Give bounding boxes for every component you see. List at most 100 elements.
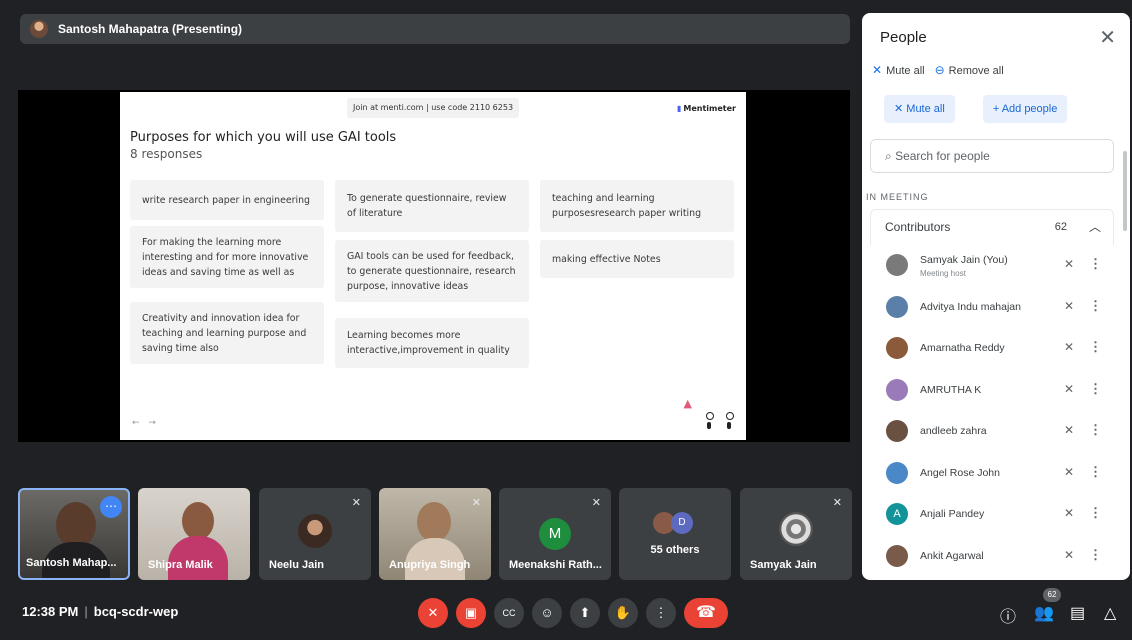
response-card: For making the learning more interesting… <box>130 226 324 288</box>
mic-off-icon[interactable]: ✕ <box>1064 548 1074 562</box>
participant-avatar <box>298 514 332 548</box>
participant-avatar <box>886 337 908 359</box>
add-people-button[interactable]: + Add people <box>982 95 1068 123</box>
others-count: 55 others <box>650 544 700 556</box>
presenter-avatar <box>30 20 48 38</box>
participant-row[interactable]: Ankit Agarwal ✕ ⋮ <box>870 536 1114 578</box>
chat-button[interactable]: ▤ <box>1070 603 1085 623</box>
participant-row[interactable]: Samyak Jain (You) Meeting host ✕ ⋮ <box>870 245 1114 287</box>
remove-all-button[interactable]: ⊖ Remove all <box>935 63 1004 77</box>
participant-avatar <box>886 544 908 567</box>
more-vert-icon[interactable]: ⋮ <box>1089 256 1102 272</box>
more-options-icon[interactable]: ⋯ <box>100 496 122 518</box>
mentimeter-slide: Join at menti.com | use code 2110 6253 ▮… <box>120 92 746 440</box>
participant-row[interactable]: Advitya Indu mahajan ✕ ⋮ <box>870 287 1114 329</box>
participant-name: Anjali Pandey <box>920 508 985 520</box>
close-panel-button[interactable]: ✕ <box>1099 25 1116 50</box>
more-vert-icon[interactable]: ⋮ <box>1089 381 1102 397</box>
mic-off-icon: ✕ <box>427 605 439 620</box>
more-vert-icon[interactable]: ⋮ <box>1089 339 1102 355</box>
clock-time: 12:38 PM <box>22 604 79 619</box>
search-people-input[interactable]: ⌕ Search for people <box>870 139 1114 173</box>
mute-all-button[interactable]: ✕ Mute all <box>884 95 955 123</box>
raise-hand-button[interactable]: ✋ <box>608 598 638 628</box>
participant-name: Advitya Indu mahajan <box>920 300 1021 313</box>
more-vert-icon[interactable]: ⋮ <box>1089 298 1102 314</box>
participant-tile[interactable]: Shipra Malik <box>138 488 250 580</box>
mic-off-icon[interactable]: ✕ <box>1064 257 1074 271</box>
participant-icon <box>724 412 734 430</box>
response-card: write research paper in engineering <box>130 180 324 220</box>
panel-title: People <box>880 29 927 46</box>
participant-row[interactable]: A Anjali Pandey ✕ ⋮ <box>870 494 1114 536</box>
response-card: making effective Notes <box>540 240 734 278</box>
panel-scrollbar[interactable] <box>1123 151 1127 231</box>
people-button[interactable]: 👥 <box>1034 603 1054 623</box>
participant-avatar <box>886 461 908 484</box>
participant-name: Ankit Agarwal <box>920 549 984 562</box>
contributors-section-header[interactable]: Contributors 62 ︿ <box>870 209 1114 245</box>
mic-off-icon[interactable]: ✕ <box>1064 423 1074 437</box>
more-options-button[interactable]: ⋮ <box>646 598 676 628</box>
participant-row[interactable]: AMRUTHA K ✕ ⋮ <box>870 370 1114 412</box>
participant-avatar <box>886 378 908 401</box>
mic-off-icon[interactable]: ✕ <box>1064 506 1074 520</box>
participant-tile[interactable]: ✕ Samyak Jain <box>740 488 852 580</box>
leave-call-button[interactable]: ☎ <box>684 598 728 628</box>
participant-tile[interactable]: ✕ Neelu Jain <box>259 488 371 580</box>
meeting-controls-bar: 12:38 PM | bcq-scdr-wep ✕ ▣ CC ☺ ⬆ ✋ ⋮ ☎ ⓘ… <box>0 588 1132 640</box>
mentimeter-logo: ▮ Mentimeter <box>676 104 736 113</box>
mic-off-icon: ✕ <box>351 497 361 509</box>
response-card: To generate questionnaire, review of lit… <box>335 180 529 232</box>
mute-all-header-button[interactable]: ✕ Mute all <box>872 63 925 77</box>
present-button[interactable]: ⬆ <box>570 598 600 628</box>
participant-avatar: D <box>671 512 693 534</box>
mic-off-icon[interactable]: ✕ <box>1064 299 1074 313</box>
participant-avatar <box>886 420 908 442</box>
hang-up-icon: ☎ <box>696 604 716 621</box>
meeting-details-button[interactable]: ⓘ <box>1000 603 1016 627</box>
thumbs-up-icon: ▲ <box>683 397 692 410</box>
mic-off-icon[interactable]: ✕ <box>1064 340 1074 354</box>
captions-button[interactable]: CC <box>494 598 524 628</box>
response-card: Learning becomes more interactive,improv… <box>335 318 529 368</box>
more-vert-icon[interactable]: ⋮ <box>1089 464 1102 480</box>
others-tile[interactable]: D 55 others <box>619 488 731 580</box>
response-card: Creativity and innovation idea for teach… <box>130 302 324 364</box>
host-controls: ✕ Mute all ⊖ Remove all <box>872 63 1004 77</box>
participant-name: Amarnatha Reddy <box>920 342 1005 354</box>
participant-video <box>182 502 214 540</box>
emoji-button[interactable]: ☺ <box>532 598 562 628</box>
mic-off-icon: ✕ <box>591 497 601 509</box>
participant-row[interactable]: Amarnatha Reddy ✕ ⋮ <box>870 328 1114 370</box>
contributors-count: 62 <box>1054 221 1067 233</box>
participant-tile[interactable]: ✕ M Meenakshi Rath... <box>499 488 611 580</box>
participant-row[interactable]: Angel Rose John ✕ ⋮ <box>870 453 1114 495</box>
participant-name: Angel Rose John <box>920 466 1000 479</box>
participant-row[interactable]: andleeb zahra ✕ ⋮ <box>870 411 1114 453</box>
presenter-bar: Santosh Mahapatra (Presenting) <box>20 14 850 44</box>
more-vert-icon[interactable]: ⋮ <box>1089 505 1102 521</box>
mic-off-icon: ✕ <box>894 103 907 115</box>
more-vert-icon[interactable]: ⋮ <box>1089 422 1102 438</box>
activities-button[interactable]: △ <box>1104 603 1116 623</box>
mic-off-icon: ✕ <box>832 497 842 509</box>
people-icon: 👥 <box>1034 605 1054 622</box>
participant-name: Shipra Malik <box>148 559 213 571</box>
present-screen-icon: ⬆ <box>579 605 591 620</box>
camera-toggle-button[interactable]: ▣ <box>456 598 486 628</box>
more-vert-icon[interactable]: ⋮ <box>1089 547 1102 563</box>
participant-name: Neelu Jain <box>269 559 325 571</box>
participant-tile[interactable]: ⋯ Santosh Mahap... <box>18 488 130 580</box>
meeting-info: 12:38 PM | bcq-scdr-wep <box>22 604 179 619</box>
close-icon: ✕ <box>1099 27 1116 49</box>
chevron-up-icon: ︿ <box>1088 220 1101 234</box>
participant-list: Samyak Jain (You) Meeting host ✕ ⋮ Advit… <box>870 245 1114 577</box>
mic-toggle-button[interactable]: ✕ <box>418 598 448 628</box>
participant-tile[interactable]: ✕ Anupriya Singh <box>379 488 491 580</box>
mic-off-icon[interactable]: ✕ <box>1064 465 1074 479</box>
info-icon: ⓘ <box>1000 609 1017 626</box>
slide-nav-arrows[interactable]: ← → <box>132 418 159 428</box>
more-vert-icon: ⋮ <box>654 605 668 620</box>
mic-off-icon[interactable]: ✕ <box>1064 382 1074 396</box>
